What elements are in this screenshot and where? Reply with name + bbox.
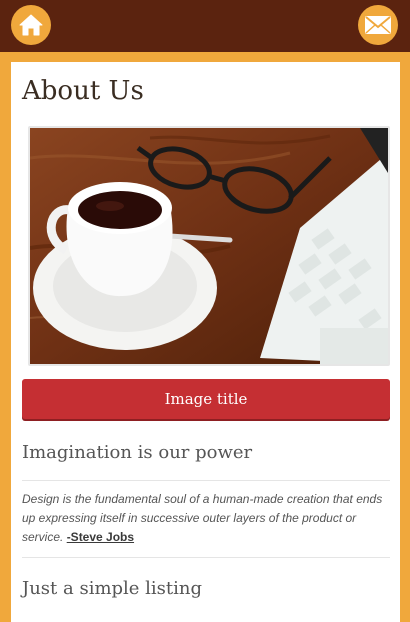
top-navigation-bar — [0, 0, 410, 52]
page-title: About Us — [22, 76, 144, 106]
quote-author-link[interactable]: -Steve Jobs — [67, 530, 134, 544]
featured-image — [28, 126, 390, 366]
section-heading-imagination: Imagination is our power — [22, 442, 253, 463]
section-heading-listing: Just a simple listing — [22, 578, 203, 599]
envelope-icon — [365, 16, 391, 34]
mail-button[interactable] — [358, 5, 398, 45]
home-icon — [19, 14, 43, 36]
divider — [22, 557, 390, 558]
home-button[interactable] — [11, 5, 51, 45]
quote-text: Design is the fundamental soul of a huma… — [22, 490, 394, 547]
divider — [22, 480, 390, 481]
content-panel: About Us Image title Imagination is our … — [11, 62, 400, 622]
image-title-button[interactable]: Image title — [22, 379, 390, 419]
